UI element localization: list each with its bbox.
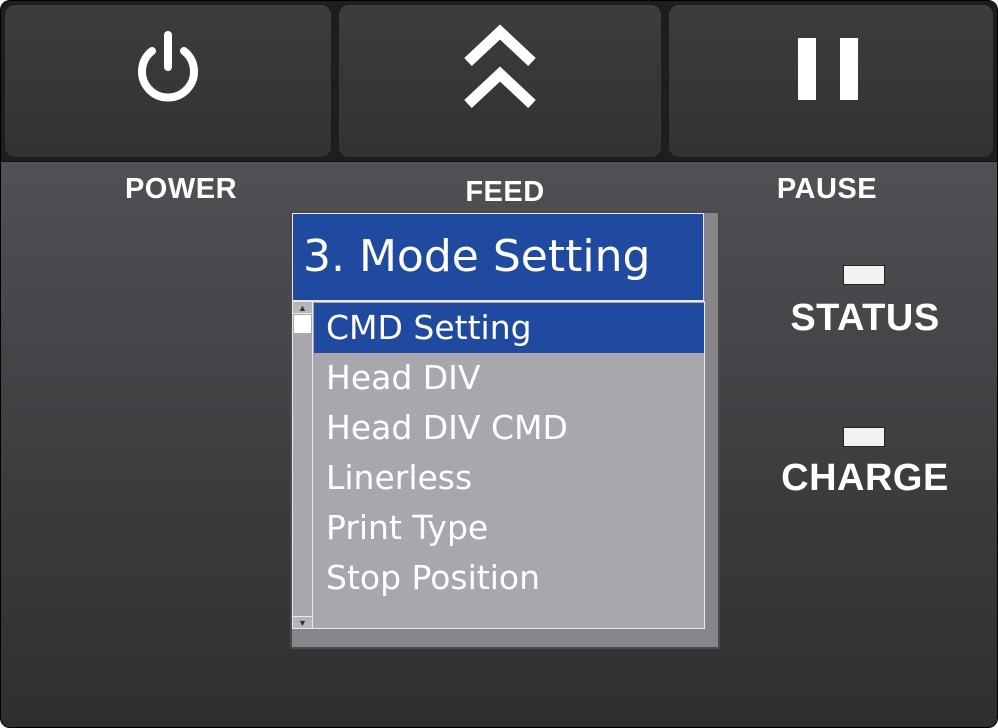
double-chevron-up-icon [464,24,536,109]
status-led [843,265,885,285]
charge-label: CHARGE [781,457,949,499]
button-strip [1,1,997,162]
pause-label: PAUSE [776,173,878,205]
printer-control-panel: POWER FEED PAUSE 3. Mode Setting ▲ ▼ CMD… [0,0,998,728]
scroll-up-arrow-icon[interactable]: ▲ [293,302,312,314]
menu-item-head-div[interactable]: Head DIV [314,353,704,403]
feed-button[interactable] [339,5,661,157]
scroll-down-arrow-icon[interactable]: ▼ [293,616,312,628]
pause-icon [798,38,858,100]
scroll-thumb[interactable] [294,315,311,333]
pause-button[interactable] [669,5,993,157]
menu-item-linerless[interactable]: Linerless [314,453,704,503]
menu-item-print-type[interactable]: Print Type [314,503,704,553]
power-icon [138,31,198,102]
lcd-scrollbar[interactable]: ▲ ▼ [293,302,313,628]
lcd-menu-list: ▲ ▼ CMD Setting Head DIV Head DIV CMD Li… [292,301,705,629]
menu-item-cmd-setting[interactable]: CMD Setting [314,303,704,353]
feed-label: FEED [465,176,545,208]
power-button[interactable] [5,5,331,157]
charge-led [843,427,885,447]
menu-item-head-div-cmd[interactable]: Head DIV CMD [314,403,704,453]
menu-item-stop-position[interactable]: Stop Position [314,553,704,603]
status-label: STATUS [790,297,940,339]
power-label: POWER [124,173,238,205]
lcd-title: 3. Mode Setting [292,213,704,301]
